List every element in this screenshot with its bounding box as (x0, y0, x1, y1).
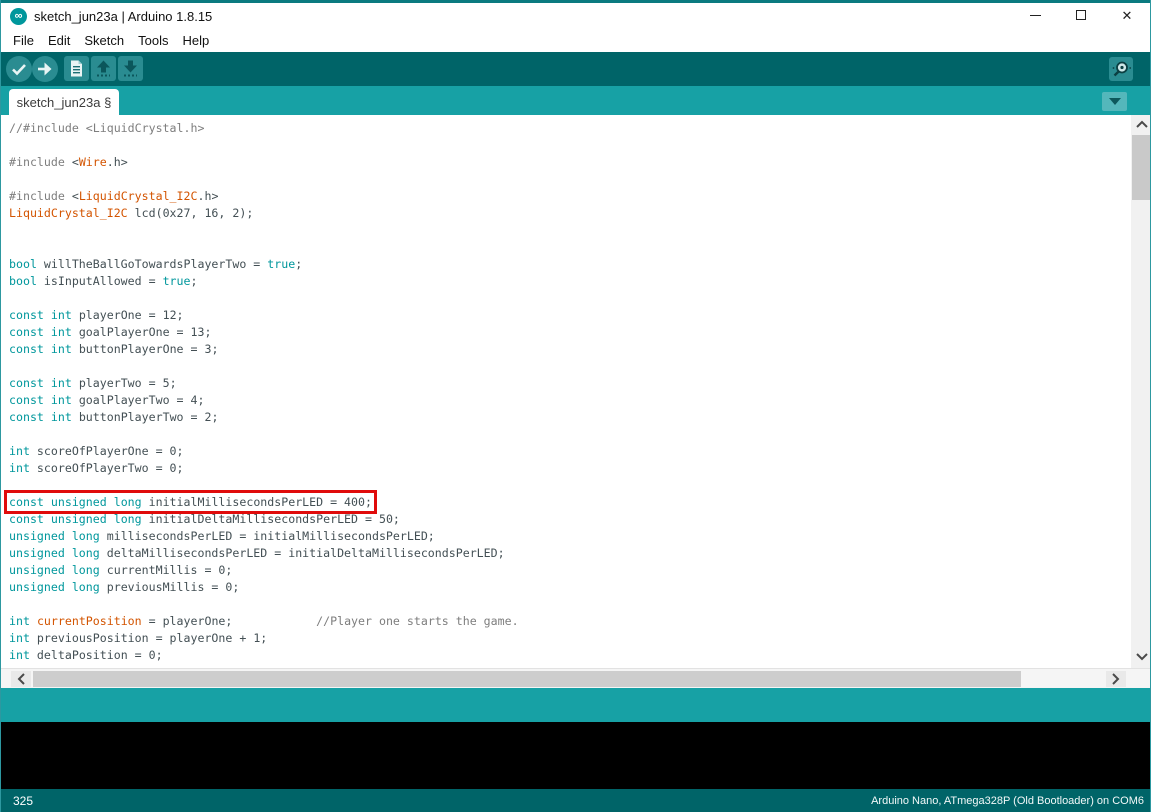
new-sketch-icon (64, 56, 89, 81)
code-line (9, 171, 1131, 188)
scroll-up-button[interactable] (1131, 115, 1151, 133)
tab-bar: sketch_jun23a § (1, 86, 1150, 115)
status-bar: 325 Arduino Nano, ATmega328P (Old Bootlo… (1, 789, 1151, 812)
save-icon (118, 56, 143, 81)
code-line: const int playerOne = 12; (9, 307, 1131, 324)
console-output-area (1, 722, 1151, 789)
code-line: const unsigned long initialDeltaMillisec… (9, 511, 1131, 528)
menu-sketch[interactable]: Sketch (77, 31, 131, 51)
minimize-button[interactable] (1012, 0, 1058, 30)
arduino-app-icon: ∞ (10, 8, 27, 25)
code-line: #include <Wire.h> (9, 154, 1131, 171)
code-line: const int buttonPlayerOne = 3; (9, 341, 1131, 358)
highlight-red-box: const unsigned long initialMillisecondsP… (9, 495, 372, 509)
upload-button[interactable] (32, 56, 58, 87)
serial-monitor-icon (1109, 57, 1133, 81)
code-line: const int buttonPlayerTwo = 2; (9, 409, 1131, 426)
upload-icon (32, 56, 58, 82)
status-message-band (1, 688, 1151, 722)
code-line (9, 222, 1131, 239)
code-line: const unsigned long initialMillisecondsP… (9, 494, 1131, 511)
horizontal-scrollbar[interactable] (1, 668, 1151, 688)
code-line (9, 137, 1131, 154)
code-line: int currentPosition = playerOne; //Playe… (9, 613, 1131, 630)
minimize-icon (1030, 15, 1041, 16)
title-bar[interactable]: ∞ sketch_jun23a | Arduino 1.8.15 ✕ (1, 3, 1150, 30)
vertical-scroll-thumb[interactable] (1132, 135, 1151, 200)
open-icon (91, 56, 116, 81)
maximize-icon (1076, 10, 1086, 20)
menu-help[interactable]: Help (175, 31, 216, 51)
code-line: unsigned long previousMillis = 0; (9, 579, 1131, 596)
close-icon: ✕ (1122, 9, 1133, 22)
scroll-down-button[interactable] (1131, 648, 1151, 666)
serial-monitor-button[interactable] (1109, 57, 1133, 86)
code-line: const int playerTwo = 5; (9, 375, 1131, 392)
code-line: bool isInputAllowed = true; (9, 273, 1131, 290)
code-line: int previousPosition = playerOne + 1; (9, 630, 1131, 647)
tab-menu-button[interactable] (1102, 92, 1127, 111)
code-line: bool willTheBallGoTowardsPlayerTwo = tru… (9, 256, 1131, 273)
code-line: unsigned long deltaMillisecondsPerLED = … (9, 545, 1131, 562)
code-line: const int goalPlayerOne = 13; (9, 324, 1131, 341)
window-title: sketch_jun23a | Arduino 1.8.15 (34, 9, 212, 24)
menu-file[interactable]: File (6, 31, 41, 51)
code-area[interactable]: //#include <LiquidCrystal.h> #include <Wi… (1, 115, 1131, 668)
close-button[interactable]: ✕ (1104, 0, 1150, 30)
vertical-scrollbar[interactable] (1131, 115, 1151, 668)
code-line (9, 426, 1131, 443)
menu-bar: File Edit Sketch Tools Help (1, 30, 1150, 52)
window-controls: ✕ (1012, 0, 1150, 30)
horizontal-scroll-thumb[interactable] (33, 671, 1021, 687)
tab-sketch-jun23a[interactable]: sketch_jun23a § (9, 89, 119, 115)
chevron-up-icon (1136, 120, 1148, 128)
code-line: LiquidCrystal_I2C lcd(0x27, 16, 2); (9, 205, 1131, 222)
maximize-button[interactable] (1058, 0, 1104, 30)
verify-button[interactable] (6, 56, 32, 87)
code-line: #include <LiquidCrystal_I2C.h> (9, 188, 1131, 205)
chevron-down-icon (1109, 98, 1121, 105)
new-sketch-button[interactable] (64, 56, 89, 86)
verify-icon (6, 56, 32, 82)
code-line (9, 477, 1131, 494)
open-button[interactable] (91, 56, 116, 86)
code-line: //#include <LiquidCrystal.h> (9, 120, 1131, 137)
code-line: unsigned long currentMillis = 0; (9, 562, 1131, 579)
line-number-indicator: 325 (13, 794, 33, 808)
code-line: const int goalPlayerTwo = 4; (9, 392, 1131, 409)
code-line: int scoreOfPlayerTwo = 0; (9, 460, 1131, 477)
chevron-left-icon (17, 673, 25, 685)
chevron-right-icon (1112, 673, 1120, 685)
board-port-indicator: Arduino Nano, ATmega328P (Old Bootloader… (871, 795, 1144, 807)
code-line (9, 239, 1131, 256)
code-line: int scoreOfPlayerOne = 0; (9, 443, 1131, 460)
code-line (9, 596, 1131, 613)
scroll-left-button[interactable] (11, 671, 31, 687)
code-line (9, 290, 1131, 307)
save-button[interactable] (118, 56, 143, 86)
menu-tools[interactable]: Tools (131, 31, 175, 51)
code-line (9, 358, 1131, 375)
code-line: unsigned long millisecondsPerLED = initi… (9, 528, 1131, 545)
scroll-right-button[interactable] (1106, 671, 1126, 687)
toolbar (1, 52, 1150, 86)
chevron-down-icon (1136, 653, 1148, 661)
arduino-ide-window: ∞ sketch_jun23a | Arduino 1.8.15 ✕ File … (0, 0, 1151, 812)
code-line: int deltaPosition = 0; (9, 647, 1131, 664)
menu-edit[interactable]: Edit (41, 31, 77, 51)
